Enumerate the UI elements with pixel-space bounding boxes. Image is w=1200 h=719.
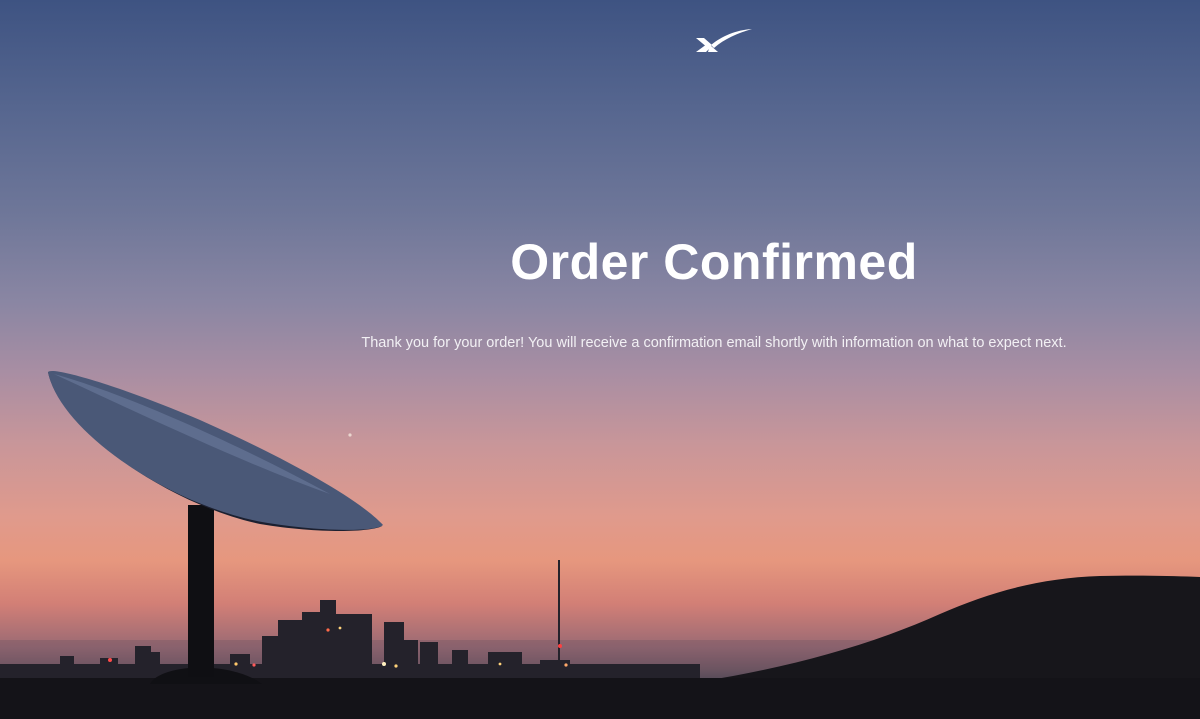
background-scene [0,370,1200,719]
star [348,433,352,437]
dish-mast [188,505,214,677]
spacex-x-logo-icon[interactable] [694,26,754,58]
dish-face [48,370,383,530]
order-confirmation-page: Order Confirmed Thank you for your order… [0,0,1200,719]
confirmation-message: Thank you for your order! You will recei… [361,335,1067,351]
ground [0,678,1200,719]
city-skyline [0,560,700,684]
page-title: Order Confirmed [510,234,918,290]
